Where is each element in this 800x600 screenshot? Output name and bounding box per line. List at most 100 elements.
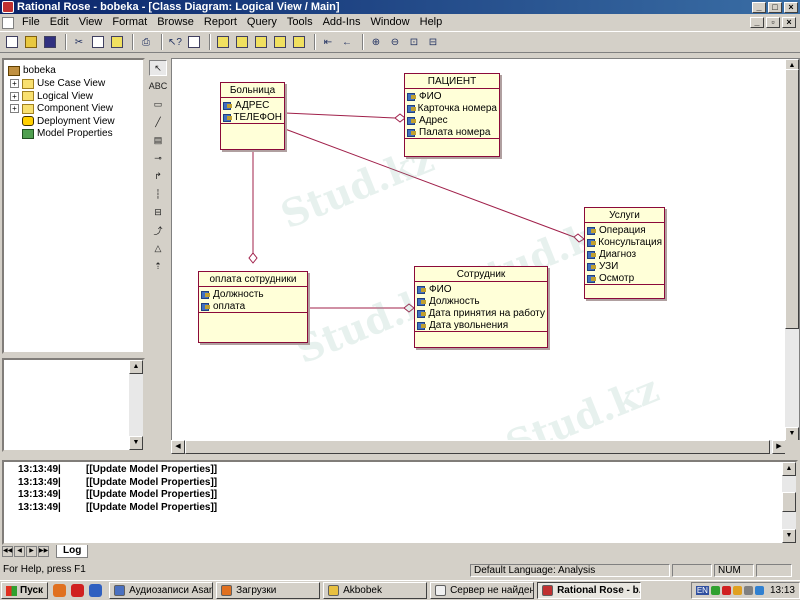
print-icon[interactable]: ⎙ (138, 34, 154, 50)
paste-icon[interactable] (109, 34, 125, 50)
open-icon[interactable] (23, 34, 39, 50)
note-tool-icon[interactable]: ▭ (149, 96, 167, 112)
copy-icon[interactable] (90, 34, 106, 50)
menu-edit[interactable]: Edit (45, 14, 74, 31)
interface-tool-icon[interactable]: ⊸ (149, 150, 167, 166)
tree-root[interactable]: bobeka (8, 64, 56, 77)
scroll-thumb[interactable] (782, 492, 796, 512)
tree-item-use-case-view[interactable]: + Use Case View (10, 77, 105, 90)
taskbar-button[interactable]: Сервер не найден... (430, 582, 535, 599)
browse-parent-icon[interactable] (291, 34, 307, 50)
class-attribute[interactable]: ФИО (407, 90, 497, 102)
save-icon[interactable] (42, 34, 58, 50)
back-icon[interactable]: ← (339, 34, 355, 50)
undo-fit-icon[interactable]: ⊟ (425, 34, 441, 50)
browse-component-diagram-icon[interactable] (253, 34, 269, 50)
browse-previous-diagram-icon[interactable]: ⇤ (320, 34, 336, 50)
tree-item-component-view[interactable]: + Component View (10, 102, 113, 115)
class-employee[interactable]: Сотрудник ФИО Должность Дата принятия на р… (414, 266, 548, 348)
tree-item-model-properties[interactable]: Model Properties (22, 127, 113, 140)
dependency-tool-icon[interactable]: ⤴ (149, 222, 167, 238)
class-patient[interactable]: ПАЦИЕНТ ФИО Карточка номера Адрес Палата но… (404, 73, 500, 157)
language-indicator[interactable]: EN (695, 586, 709, 595)
documentation-scrollbar[interactable]: ▲ ▼ (129, 360, 143, 450)
class-attribute[interactable]: Дата увольнения (417, 319, 545, 331)
canvas-horizontal-scrollbar[interactable]: ◀ ▶ (171, 440, 786, 454)
scroll-right-arrow-icon[interactable]: ▶ (772, 440, 786, 454)
expand-icon[interactable]: + (10, 79, 19, 88)
class-attribute[interactable]: Карточка номера (407, 102, 497, 114)
zoom-in-icon[interactable]: ⊕ (368, 34, 384, 50)
fit-in-window-icon[interactable]: ⊡ (406, 34, 422, 50)
package-tool-icon[interactable]: ⊟ (149, 204, 167, 220)
taskbar-button[interactable]: Rational Rose - b... (537, 582, 642, 599)
scroll-down-arrow-icon[interactable]: ▼ (785, 427, 799, 441)
class-diagram-canvas[interactable]: Stud.kz Stud.kz Stud.kz Stud.kz Больница… (171, 58, 800, 454)
close-button[interactable]: × (784, 1, 798, 13)
menu-window[interactable]: Window (366, 14, 415, 31)
menu-browse[interactable]: Browse (152, 14, 199, 31)
scroll-thumb[interactable] (185, 440, 770, 454)
selection-tool-icon[interactable]: ↖ (149, 60, 167, 76)
new-icon[interactable] (4, 34, 20, 50)
class-tool-icon[interactable]: ▤ (149, 132, 167, 148)
class-staff-payment[interactable]: оплата сотрудники Должность оплата (198, 271, 308, 343)
next-tab-icon[interactable]: ▶ (26, 546, 37, 557)
documentation-pane[interactable]: ▲ ▼ (2, 358, 145, 452)
canvas-vertical-scrollbar[interactable]: ▲ ▼ (785, 59, 799, 441)
log-scrollbar[interactable]: ▲ ▼ (782, 462, 796, 543)
tray-app-icon[interactable] (710, 586, 720, 595)
zoom-out-icon[interactable]: ⊖ (387, 34, 403, 50)
cut-icon[interactable]: ✂ (71, 34, 87, 50)
volume-icon[interactable] (743, 586, 753, 595)
minimize-button[interactable]: _ (752, 1, 766, 13)
tray-app-icon[interactable] (732, 586, 742, 595)
tray-app-icon[interactable] (721, 586, 731, 595)
class-attribute[interactable]: Должность (417, 295, 545, 307)
first-tab-icon[interactable]: ◀◀ (2, 546, 13, 557)
menu-query[interactable]: Query (242, 14, 282, 31)
association-class-tool-icon[interactable]: ┆ (149, 186, 167, 202)
taskbar-button[interactable]: Аудиозаписи Asan... (109, 582, 214, 599)
view-documentation-icon[interactable] (186, 34, 202, 50)
class-attribute[interactable]: ТЕЛЕФОН (223, 111, 282, 123)
log-window[interactable]: 13:13:49| [[Update Model Properties]] 13:1… (2, 460, 798, 545)
unidirectional-association-tool-icon[interactable]: ↱ (149, 168, 167, 184)
internet-explorer-icon[interactable] (89, 584, 103, 597)
class-attribute[interactable]: Диагноз (587, 248, 662, 260)
menu-add-ins[interactable]: Add-Ins (318, 14, 366, 31)
maximize-button[interactable]: □ (768, 1, 782, 13)
last-tab-icon[interactable]: ▶▶ (38, 546, 49, 557)
prev-tab-icon[interactable]: ◀ (14, 546, 25, 557)
browse-class-diagram-icon[interactable] (215, 34, 231, 50)
scroll-up-arrow-icon[interactable]: ▲ (129, 360, 143, 374)
browse-interaction-diagram-icon[interactable] (234, 34, 250, 50)
document-icon[interactable] (2, 16, 14, 29)
class-hospital[interactable]: Больница АДРЕС ТЕЛЕФОН (220, 82, 285, 150)
class-attribute[interactable]: УЗИ (587, 260, 662, 272)
network-icon[interactable] (754, 586, 764, 595)
class-attribute[interactable]: оплата (201, 300, 305, 312)
expand-icon[interactable]: + (10, 91, 19, 101)
class-attribute[interactable]: Должность (201, 288, 305, 300)
browse-deployment-diagram-icon[interactable] (272, 34, 288, 50)
tree-item-deployment-view[interactable]: Deployment View (22, 115, 115, 128)
tree-item-logical-view[interactable]: + Logical View (10, 90, 93, 103)
mdi-minimize-button[interactable]: _ (750, 17, 764, 28)
context-help-icon[interactable]: ↖? (167, 34, 183, 50)
start-button[interactable]: Пуск (1, 582, 49, 599)
association-hospital-patient[interactable] (284, 112, 396, 119)
scroll-down-arrow-icon[interactable]: ▼ (782, 529, 796, 543)
class-attribute[interactable]: Дата принятия на работу (417, 307, 545, 319)
scroll-left-arrow-icon[interactable]: ◀ (171, 440, 185, 454)
taskbar-button[interactable]: Akbobek (323, 582, 428, 599)
menu-file[interactable]: File (17, 14, 45, 31)
class-attribute[interactable]: Консультация (587, 236, 662, 248)
class-attribute[interactable]: Палата номера (407, 126, 497, 138)
expand-icon[interactable]: + (10, 104, 19, 113)
class-attribute[interactable]: Операция (587, 224, 662, 236)
title-bar[interactable]: Rational Rose - bobeka - [Class Diagram:… (0, 0, 800, 14)
menu-tools[interactable]: Tools (282, 14, 318, 31)
generalization-tool-icon[interactable]: △ (149, 240, 167, 256)
menu-view[interactable]: View (74, 14, 108, 31)
